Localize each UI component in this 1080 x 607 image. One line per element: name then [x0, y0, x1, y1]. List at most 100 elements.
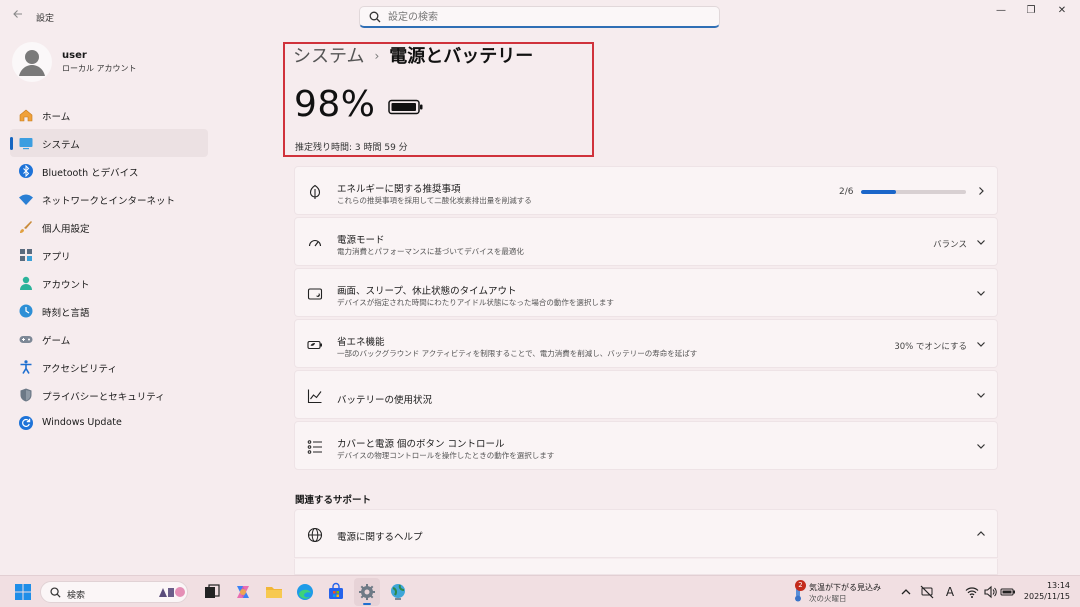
settings-search[interactable]	[359, 6, 720, 28]
chevron-up-icon[interactable]	[899, 585, 913, 599]
card-title: バッテリーの使用状況	[337, 395, 433, 406]
sidebar-item-bluetooth[interactable]: Bluetooth とデバイス	[10, 157, 208, 185]
weather-subtitle: 次の火曜日	[809, 594, 847, 603]
sidebar-item-gaming[interactable]: ゲーム	[10, 325, 208, 353]
card-battery-saver[interactable]: 省エネ機能 一部のバックグラウンド アクティビティを制限することで、電力消費を削…	[294, 319, 998, 368]
sidebar-item-label: ホーム	[42, 112, 71, 123]
wifi-icon	[19, 194, 33, 205]
search-input[interactable]	[388, 9, 708, 25]
card-power-mode[interactable]: 電源モード 電力消費とパフォーマンスに基づいてデバイスを最適化 バランス	[294, 217, 998, 266]
card-subtitle: デバイスの物理コントロールを操作したときの動作を選択します	[337, 451, 555, 460]
breadcrumb-separator: ›	[374, 49, 380, 63]
estimated-time: 推定残り時間: 3 時間 59 分	[295, 143, 408, 153]
update-icon	[19, 416, 33, 430]
settings-gear-icon	[359, 584, 375, 600]
sidebar-item-windows-update[interactable]: Windows Update	[10, 409, 208, 437]
ime-indicator[interactable]: A	[943, 585, 957, 599]
accessibility-icon	[20, 360, 32, 374]
sidebar-item-label: ネットワークとインターネット	[42, 196, 176, 207]
weather-title: 気温が下がる見込み	[809, 583, 881, 592]
weather-widget[interactable]: 2 気温が下がる見込み 次の火曜日	[789, 580, 899, 604]
progress-bar	[861, 190, 966, 194]
breadcrumb-parent[interactable]: システム	[293, 46, 364, 67]
power-mode-value[interactable]: バランス	[933, 238, 967, 250]
sidebar-nav: ホーム システム Bluetooth とデバイス ネットワークとインターネット …	[10, 101, 208, 437]
maximize-button[interactable]: ❐	[1016, 2, 1046, 20]
chevron-up-icon	[977, 531, 985, 536]
battery-saver-threshold[interactable]: 30% でオンにする	[894, 340, 967, 352]
list-controls-icon	[307, 440, 322, 454]
close-button[interactable]: ✕	[1047, 2, 1077, 20]
sidebar-item-label: アクセシビリティ	[42, 364, 117, 375]
home-icon	[19, 109, 33, 122]
edge-icon[interactable]	[295, 582, 315, 602]
sidebar-item-privacy[interactable]: プライバシーとセキュリティ	[10, 381, 208, 409]
card-subtitle: デバイスが指定された時間にわたりアイドル状態になった場合の動作を選択します	[337, 298, 614, 307]
copilot-icon[interactable]	[233, 582, 253, 602]
battery-percentage: 98%	[294, 84, 376, 125]
avatar	[12, 42, 52, 82]
card-title: エネルギーに関する推奨事項	[337, 184, 461, 195]
search-icon	[369, 11, 381, 23]
account-type: ローカル アカウント	[62, 64, 137, 73]
sidebar-item-time-language[interactable]: 時刻と言語	[10, 297, 208, 325]
weather-badge: 2	[795, 580, 806, 591]
sidebar-item-network[interactable]: ネットワークとインターネット	[10, 185, 208, 213]
gauge-icon	[308, 240, 322, 247]
windows-start-icon[interactable]	[13, 582, 33, 602]
card-battery-usage[interactable]: バッテリーの使用状況	[294, 370, 998, 419]
sidebar-item-system[interactable]: システム	[10, 129, 208, 157]
card-title: カバーと電源 個のボタン コントロール	[337, 439, 505, 450]
search-icon	[50, 587, 61, 598]
card-power-help[interactable]: 電源に関するヘルプ	[294, 509, 998, 558]
network-off-icon[interactable]	[920, 585, 934, 599]
sidebar-item-apps[interactable]: アプリ	[10, 241, 208, 269]
sidebar-item-label: 個人用設定	[42, 224, 90, 235]
store-icon[interactable]	[326, 582, 346, 602]
title-bar: 設定 — ❐ ✕	[0, 0, 1080, 34]
progress-fill	[861, 190, 896, 194]
battery-tray-icon[interactable]	[1000, 585, 1016, 599]
sidebar-item-home[interactable]: ホーム	[10, 101, 208, 129]
sidebar-item-label: アカウント	[42, 280, 90, 291]
globe-icon	[307, 527, 323, 543]
globe-clock-icon	[19, 304, 33, 318]
card-energy-recommendations[interactable]: エネルギーに関する推奨事項 これらの推奨事項を採用して二酸化炭素排出量を削減する…	[294, 166, 998, 215]
card-screen-sleep-timeout[interactable]: 画面、スリープ、休止状態のタイムアウト デバイスが指定された時間にわたりアイドル…	[294, 268, 998, 317]
chevron-down-icon	[977, 342, 985, 347]
breadcrumb: システム › 電源とバッテリー	[293, 42, 533, 67]
sidebar-item-accessibility[interactable]: アクセシビリティ	[10, 353, 208, 381]
settings-cards: エネルギーに関する推奨事項 これらの推奨事項を採用して二酸化炭素排出量を削減する…	[294, 166, 998, 472]
card-title: 電源に関するヘルプ	[337, 532, 423, 543]
leaf-icon	[309, 184, 321, 199]
chevron-right-icon	[979, 187, 984, 195]
volume-icon[interactable]	[983, 585, 997, 599]
taskbar-search-label: 検索	[67, 591, 86, 601]
clock-date: 2025/11/15	[1023, 592, 1070, 601]
sidebar-item-personalization[interactable]: 個人用設定	[10, 213, 208, 241]
file-explorer-icon[interactable]	[264, 582, 284, 602]
chevron-down-icon	[977, 240, 985, 245]
back-button[interactable]	[10, 8, 26, 24]
user-name: user	[62, 50, 87, 61]
sidebar-item-accounts[interactable]: アカウント	[10, 269, 208, 297]
card-lid-power-button-controls[interactable]: カバーと電源 個のボタン コントロール デバイスの物理コントロールを操作したとき…	[294, 421, 998, 470]
user-profile[interactable]: user ローカル アカウント	[12, 40, 212, 84]
sidebar-item-label: Windows Update	[42, 417, 122, 428]
settings-taskbar-active[interactable]	[354, 578, 380, 606]
taskbar: 検索 2 気温が下がる見込み 次の火曜日 A 13:14 2025/11/15	[0, 575, 1080, 607]
chevron-down-icon	[977, 444, 985, 449]
minimize-button[interactable]: —	[986, 2, 1016, 20]
taskbar-search[interactable]: 検索	[40, 581, 188, 603]
apps-icon	[20, 249, 32, 261]
task-view-icon[interactable]	[202, 582, 222, 602]
chart-icon	[307, 389, 322, 404]
sidebar-item-label: アプリ	[42, 252, 71, 263]
chevron-down-icon	[977, 291, 985, 296]
wifi-icon[interactable]	[965, 585, 979, 599]
app-globe-icon[interactable]	[388, 582, 408, 602]
app-title: 設定	[36, 14, 55, 24]
taskbar-clock[interactable]: 13:14 2025/11/15	[1024, 580, 1070, 602]
card-subtitle: これらの推奨事項を採用して二酸化炭素排出量を削減する	[337, 196, 532, 205]
help-card-content	[294, 559, 998, 575]
